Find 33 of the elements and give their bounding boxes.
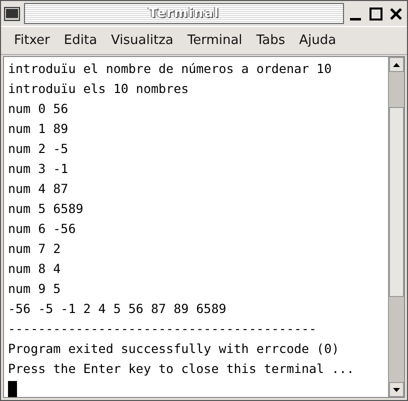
menu-item[interactable]: Edita	[56, 30, 104, 51]
text-cursor	[8, 381, 17, 397]
window-title: Terminal	[24, 3, 344, 24]
terminal-line: Program exited successfully with errcode (0)	[8, 340, 340, 358]
terminal-line: num 3 -1	[8, 160, 70, 178]
menu-item[interactable]: Visualitza	[104, 30, 180, 51]
terminal-line: Press the Enter key to close this terminal ...	[8, 360, 356, 378]
scroll-down-button[interactable]	[389, 382, 404, 397]
terminal-line: introduïu el nombre de números a ordenar 10	[8, 60, 333, 78]
terminal-line: -56 -5 -1 2 4 5 56 87 89 6589	[8, 300, 228, 318]
scrollbar[interactable]	[388, 57, 404, 397]
terminal-line: num 6 -56	[8, 220, 77, 238]
close-icon[interactable]	[388, 6, 404, 22]
terminal-line: -----------------------------------------	[8, 320, 318, 338]
terminal-line: num 8 4	[8, 260, 62, 278]
menu-item[interactable]: Terminal	[180, 30, 250, 51]
terminal-icon[interactable]	[4, 6, 20, 20]
menu-item[interactable]: Fitxer	[7, 30, 57, 51]
terminal-line: num 5 6589	[8, 200, 84, 218]
terminal-line: num 9 5	[8, 280, 62, 298]
terminal-line: num 2 -5	[8, 140, 70, 158]
maximize-icon[interactable]	[368, 6, 384, 22]
menu-item[interactable]: Tabs	[249, 30, 292, 51]
scrollbar-thumb[interactable]	[389, 107, 404, 297]
terminal-line: num 7 2	[8, 240, 62, 258]
down-arrow-icon	[393, 388, 400, 392]
terminal-line: num 0 56	[8, 100, 70, 118]
terminal-line: introduïu els 10 nombres	[8, 80, 190, 98]
scroll-up-button[interactable]	[389, 57, 404, 72]
terminal-line: num 4 87	[8, 180, 70, 198]
terminal-line: num 1 89	[8, 120, 70, 138]
up-arrow-icon	[393, 62, 400, 66]
menu-item[interactable]: Ajuda	[292, 30, 344, 51]
